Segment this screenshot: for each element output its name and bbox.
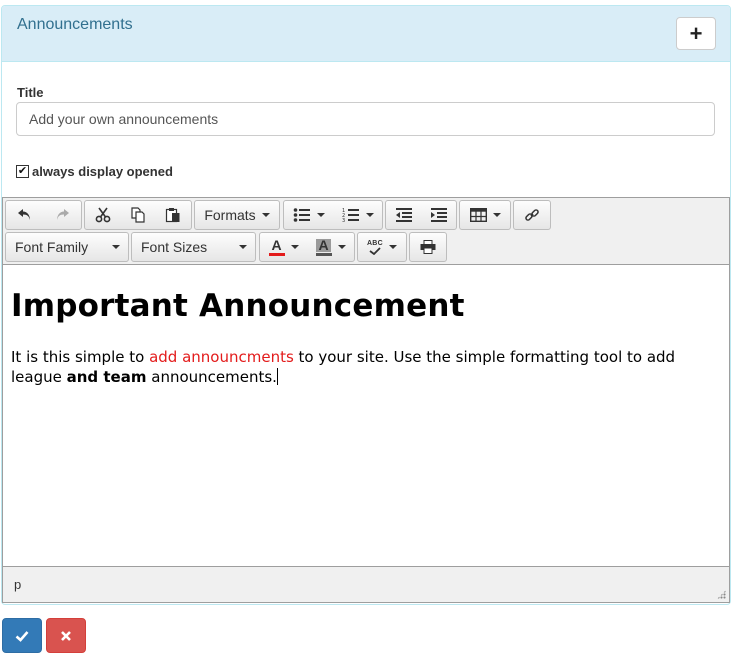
editor-toolbar: Formats 123 Font Family Font Sizes A A A… [3,198,729,265]
print-group [409,232,447,262]
table-button[interactable] [460,201,510,229]
always-open-checkbox-row[interactable]: ✔ always display opened [16,162,173,180]
announcement-heading: Important Announcement [11,288,465,324]
link-group [513,200,551,230]
background-color-icon: A [315,238,332,256]
text-cursor [276,368,278,385]
outdent-button[interactable] [386,201,421,229]
editor-content-area[interactable]: Important Announcement It is this simple… [3,266,729,566]
spellcheck-icon: ABC [367,240,383,255]
panel-title: Announcements [17,16,133,33]
formats-label: Formats [204,207,256,223]
checkmark-icon [15,630,29,642]
redo-icon [56,209,69,220]
color-group: A A [259,232,355,262]
numbered-list-button[interactable]: 123 [333,201,382,229]
spellcheck-button[interactable]: ABC [358,233,406,261]
font-family-group: Font Family [5,232,129,262]
numbered-list-icon: 123 [342,208,359,223]
copy-button[interactable] [120,201,155,229]
close-icon [61,630,71,641]
save-button[interactable] [2,618,42,653]
outdent-icon [395,208,412,222]
bullet-list-icon [293,208,310,222]
paste-icon [166,208,180,223]
paste-button[interactable] [156,201,191,229]
table-group [459,200,511,230]
add-announcement-button[interactable]: + [676,17,716,50]
chevron-down-icon [261,213,270,217]
chevron-down-icon [112,245,120,249]
copy-icon [131,207,145,223]
rich-text-editor: Formats 123 Font Family Font Sizes A A A… [2,197,730,603]
panel-heading: Announcements + [2,6,730,62]
chevron-down-icon [492,213,501,217]
font-sizes-label: Font Sizes [141,239,208,255]
font-sizes-group: Font Sizes [131,232,256,262]
undo-button[interactable] [6,201,43,229]
chevron-down-icon [239,245,247,249]
title-input[interactable] [16,102,715,136]
font-family-dropdown[interactable]: Font Family [6,233,128,261]
cut-icon [95,207,111,223]
formats-group: Formats [194,200,280,230]
indent-icon [430,208,447,222]
text-color-button[interactable]: A [260,233,307,261]
font-sizes-dropdown[interactable]: Font Sizes [132,233,255,261]
font-family-label: Font Family [15,239,89,255]
print-icon [420,240,436,254]
bullet-list-button[interactable] [284,201,333,229]
indent-group [385,200,457,230]
formats-dropdown[interactable]: Formats [195,201,279,229]
text-color-icon: A [268,238,285,256]
background-color-button[interactable]: A [307,233,354,261]
red-highlighted-text: add announcments [149,348,294,366]
announcement-paragraph: It is this simple to add announcments to… [11,348,676,386]
plus-icon: + [689,20,703,46]
bold-text: and team [66,368,147,386]
history-group [5,200,82,230]
print-button[interactable] [410,233,446,261]
element-path[interactable]: p [14,577,21,592]
always-open-label: always display opened [32,163,173,179]
clipboard-group [84,200,192,230]
cut-button[interactable] [85,201,120,229]
chevron-down-icon [316,213,325,217]
chevron-down-icon [389,245,398,249]
table-icon [469,208,487,222]
spellcheck-group: ABC [357,232,407,262]
always-open-checkbox[interactable]: ✔ [16,164,29,178]
editor-statusbar: p [3,566,729,602]
link-icon [525,209,539,221]
cancel-button[interactable] [46,618,86,653]
list-group: 123 [283,200,383,230]
chevron-down-icon [290,245,299,249]
chevron-down-icon [337,245,346,249]
chevron-down-icon [365,213,374,217]
svg-text:3: 3 [342,218,345,223]
redo-button[interactable] [43,201,80,229]
title-label: Title [17,85,44,100]
link-button[interactable] [514,201,550,229]
resize-handle-icon[interactable] [717,590,726,599]
undo-icon [17,209,30,220]
indent-button[interactable] [421,201,456,229]
